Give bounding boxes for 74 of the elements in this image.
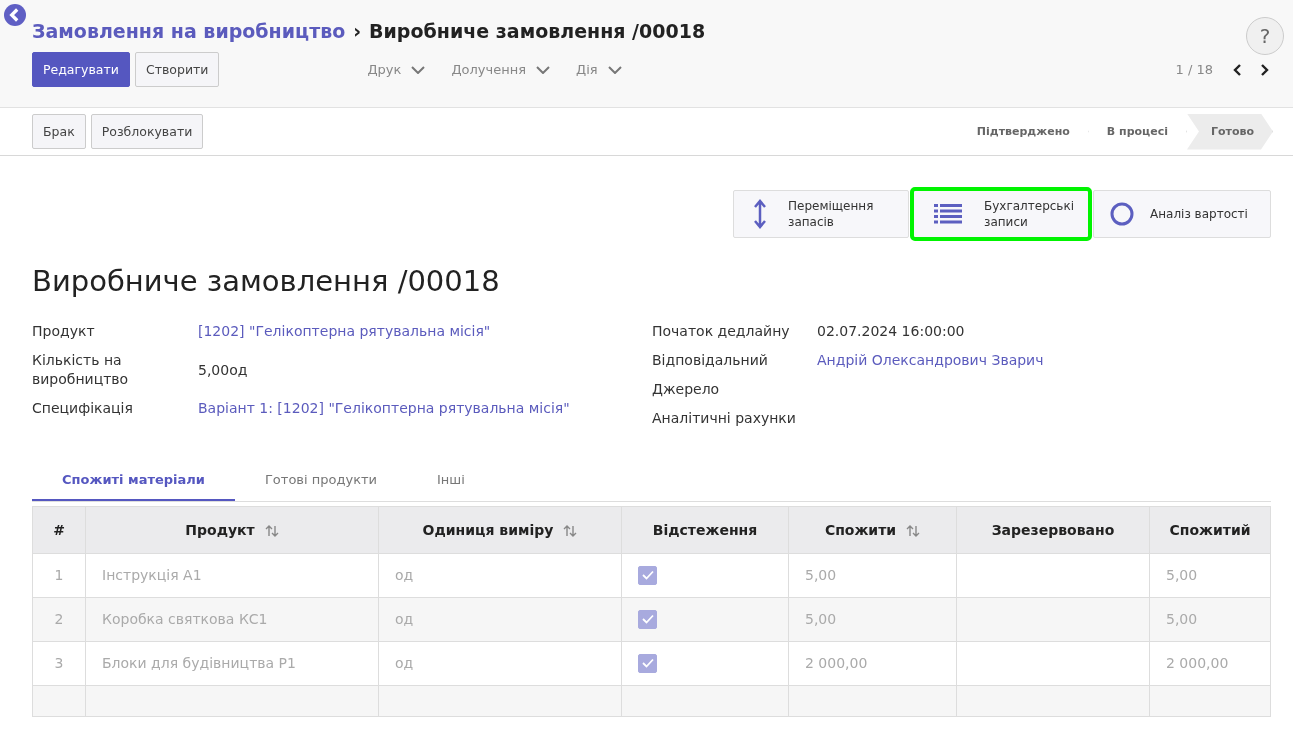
help-button[interactable]: ? (1246, 17, 1284, 55)
checkbox[interactable] (638, 609, 657, 629)
up-down-arrow-icon[interactable] (754, 199, 766, 229)
field-label: Продукт (32, 322, 96, 341)
table-cell: 2 000,00 (788, 641, 957, 686)
smart-button[interactable]: Аналіз вартості (1093, 190, 1271, 238)
sort-icon[interactable] (563, 523, 578, 538)
status-stage[interactable]: В процесі (1088, 113, 1187, 150)
chevron-down-icon[interactable] (411, 65, 426, 74)
action-button[interactable]: Брак (32, 114, 86, 149)
column-header[interactable]: Спожитий (1149, 506, 1271, 554)
sort-icon[interactable] (906, 523, 921, 538)
back-icon[interactable] (4, 4, 26, 26)
field-link[interactable]: [1202] "Гелікоптерна рятувальна місія" (198, 323, 652, 340)
chevron-down-icon[interactable] (536, 65, 551, 74)
column-header[interactable]: Спожити (788, 506, 957, 554)
field-label: Джерело (652, 379, 721, 399)
field-value: 5,00од (198, 361, 249, 378)
list-icon[interactable] (934, 204, 962, 224)
table-cell: Блоки для будівництва Р1 (85, 641, 379, 686)
table-cell: од (378, 641, 622, 686)
record-title: Виробниче замовлення /00018 (32, 264, 501, 298)
field-label: Специфікація (32, 398, 134, 418)
table-cell: Коробка святкова КС1 (85, 597, 379, 642)
smart-button[interactable]: Бухгалтерські записи (913, 190, 1089, 238)
check-icon[interactable] (641, 658, 654, 669)
circle-icon[interactable] (1110, 202, 1134, 226)
previous-icon[interactable] (1233, 63, 1241, 76)
field-label: Відповідальний (652, 350, 769, 370)
breadcrumb-current: Виробниче замовлення /00018 (369, 20, 706, 42)
table-cell: од (378, 597, 622, 642)
table-cell: 5,00 (788, 553, 957, 598)
breadcrumb-link[interactable]: Замовлення на виробництво (32, 20, 346, 42)
tab[interactable]: Готові продукти (234, 463, 407, 501)
column-header[interactable]: Одиниця виміру (378, 506, 622, 554)
column-header[interactable]: Відстеження (621, 506, 789, 554)
smart-button[interactable]: Переміщення запасів (733, 190, 909, 238)
table-cell: 5,00 (1149, 553, 1271, 598)
checkbox[interactable] (638, 565, 657, 585)
field-link[interactable]: Андрій Олександрович Зварич (817, 352, 1044, 369)
table-cell: 2 (32, 597, 86, 642)
checkbox[interactable] (638, 653, 657, 673)
dropdown-menu[interactable]: Дія (576, 62, 622, 77)
table-cell: 5,00 (788, 597, 957, 642)
tab[interactable]: Інші (407, 463, 495, 501)
action-button[interactable]: Розблокувати (90, 114, 204, 149)
field-label: Початок дедлайну (652, 322, 791, 341)
table-cell: 5,00 (1149, 597, 1271, 642)
table-cell: 2 000,00 (1149, 641, 1271, 686)
pager-counter: 1 / 18 (1175, 62, 1213, 77)
check-icon[interactable] (641, 614, 654, 625)
column-header[interactable]: Продукт (85, 506, 379, 554)
breadcrumb-separator: › (353, 20, 362, 42)
table-cell: 3 (32, 641, 86, 686)
tab[interactable]: Спожиті матеріали (32, 463, 235, 501)
table-cell: Інструкція А1 (85, 553, 379, 598)
status-stage[interactable]: Готово (1186, 113, 1273, 150)
field-link[interactable]: Варіант 1: [1202] "Гелікоптерна рятувальна місія" (198, 400, 652, 417)
field-label: Кількість на виробництво (32, 350, 130, 389)
table-cell: 1 (32, 553, 86, 598)
field-value: 02.07.2024 16:00:00 (817, 323, 966, 340)
sort-icon[interactable] (264, 523, 279, 538)
check-icon[interactable] (641, 570, 654, 581)
column-header[interactable]: Зарезервовано (956, 506, 1150, 554)
field-label: Аналітичні рахунки (652, 408, 797, 428)
dropdown-menu[interactable]: Друк (367, 62, 426, 77)
table-cell: од (378, 553, 622, 598)
dropdown-menu[interactable]: Долучення (451, 62, 551, 77)
action-button[interactable]: Створити (134, 52, 220, 87)
action-button[interactable]: Редагувати (32, 52, 130, 87)
next-icon[interactable] (1261, 63, 1269, 76)
column-header[interactable]: # (32, 506, 86, 554)
chevron-down-icon[interactable] (607, 65, 622, 74)
status-stage[interactable]: Підтверджено (958, 113, 1089, 150)
